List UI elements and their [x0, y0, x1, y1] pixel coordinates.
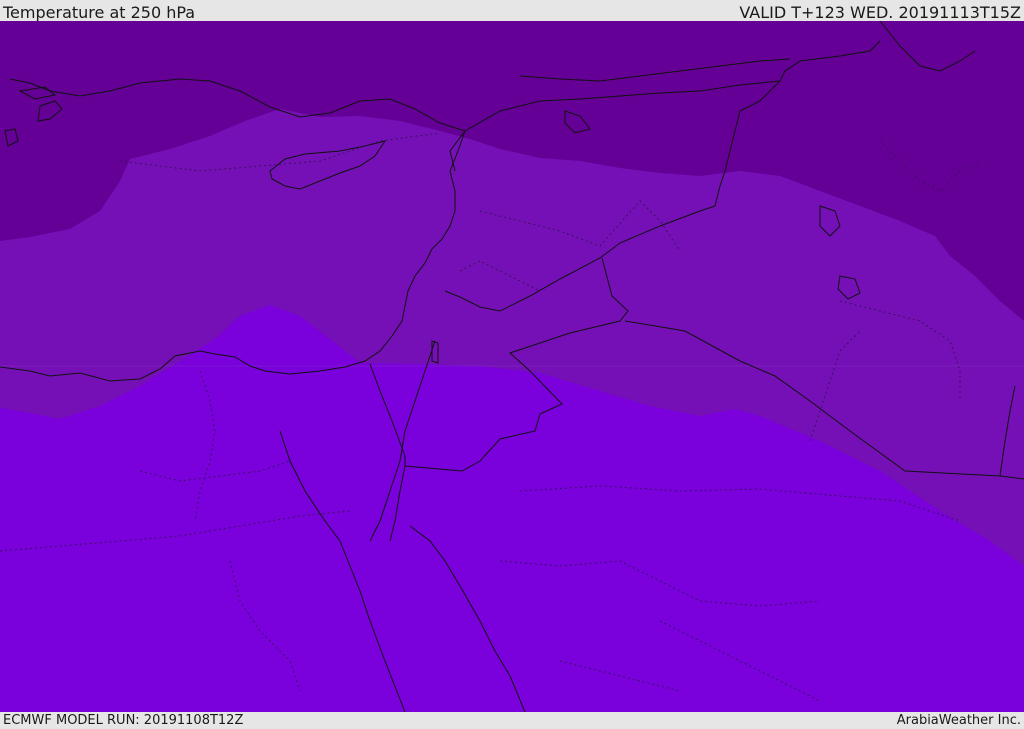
model-run: ECMWF MODEL RUN: 20191108T12Z	[3, 713, 244, 728]
map-canvas	[0, 21, 1024, 712]
credit: ArabiaWeather Inc.	[896, 713, 1021, 728]
valid-time: VALID T+123 WED. 20191113T15Z	[739, 3, 1021, 22]
map-title: Temperature at 250 hPa	[3, 3, 196, 22]
header-bar: Temperature at 250 hPa VALID T+123 WED. …	[0, 0, 1024, 21]
footer-bar: ECMWF MODEL RUN: 20191108T12Z ArabiaWeat…	[0, 712, 1024, 729]
temperature-map[interactable]	[0, 21, 1024, 712]
